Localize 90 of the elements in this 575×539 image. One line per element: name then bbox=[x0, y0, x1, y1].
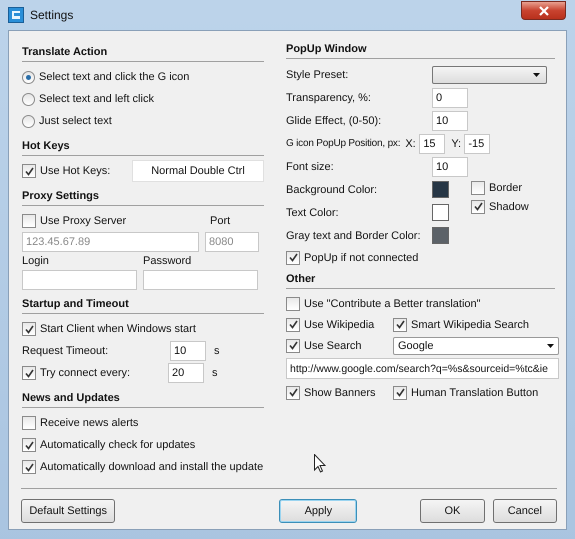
field-label: Style Preset: bbox=[286, 68, 350, 80]
checkbox-label: Show Banners bbox=[304, 386, 376, 398]
checkbox[interactable] bbox=[22, 322, 36, 336]
checkbox[interactable] bbox=[22, 460, 36, 474]
radio-button[interactable] bbox=[22, 70, 35, 84]
section-heading: Hot Keys bbox=[22, 138, 264, 156]
checkbox[interactable] bbox=[471, 200, 485, 214]
field-label: Gray text and Border Color: bbox=[286, 230, 422, 242]
axis-label: X: bbox=[405, 138, 417, 150]
checkbox[interactable] bbox=[286, 338, 300, 352]
radio-label: Select text and left click bbox=[39, 93, 154, 105]
unit-label: s bbox=[212, 367, 218, 379]
checkbox-label: Border bbox=[489, 182, 522, 194]
number-field[interactable]: 10 bbox=[432, 110, 468, 130]
checkbox[interactable] bbox=[22, 438, 36, 452]
caret-icon bbox=[547, 344, 554, 348]
section-heading: Proxy Settings bbox=[22, 188, 264, 206]
checkbox[interactable] bbox=[22, 214, 36, 228]
dialog-button[interactable]: OK bbox=[420, 499, 485, 523]
field-label: Transparency, %: bbox=[286, 92, 372, 104]
close-icon bbox=[538, 6, 548, 16]
checkbox-label: Shadow bbox=[489, 200, 529, 212]
unit-label: s bbox=[214, 345, 220, 357]
field-label: Text Color: bbox=[286, 206, 340, 218]
password-label: Password bbox=[143, 255, 192, 267]
field-label: Font size: bbox=[286, 160, 335, 172]
checkbox[interactable] bbox=[393, 318, 407, 332]
timeout-field[interactable]: 10 bbox=[170, 341, 206, 361]
shortcut-field[interactable]: Normal Double Ctrl bbox=[132, 160, 264, 182]
dialog-button[interactable]: Cancel bbox=[492, 499, 557, 523]
checkbox-label: Automatically check for updates bbox=[40, 439, 196, 451]
section-heading: Other bbox=[286, 271, 555, 289]
checkbox-label: Use "Contribute a Better translation" bbox=[304, 298, 481, 310]
checkbox-label: Smart Wikipedia Search bbox=[411, 318, 529, 330]
dialog-button[interactable]: Default Settings bbox=[21, 499, 116, 523]
radio-button[interactable] bbox=[22, 92, 35, 106]
password-field[interactable] bbox=[143, 270, 258, 290]
checkbox[interactable] bbox=[286, 296, 300, 310]
radio-button[interactable] bbox=[22, 114, 35, 128]
port-label: Port bbox=[210, 215, 232, 227]
y-field[interactable]: -15 bbox=[464, 134, 490, 154]
window-title: Settings bbox=[30, 8, 74, 22]
checkbox-label: Receive news alerts bbox=[40, 417, 138, 429]
field-label: Glide Effect, (0-50): bbox=[286, 114, 382, 126]
search-url-field[interactable]: http://www.google.com/search?q=%s&sourceid=%tc&ie bbox=[286, 358, 559, 379]
field-label: G icon PopUp Position, px: bbox=[286, 138, 400, 149]
field-label: Background Color: bbox=[286, 184, 378, 196]
checkbox[interactable] bbox=[22, 164, 36, 178]
close-button[interactable] bbox=[521, 1, 566, 20]
checkbox-label: Use Hot Keys: bbox=[40, 165, 110, 177]
checkbox-label: Try connect every: bbox=[40, 367, 132, 379]
checkbox[interactable] bbox=[22, 416, 36, 430]
checkbox[interactable] bbox=[22, 366, 36, 380]
color-swatch[interactable] bbox=[432, 181, 449, 198]
checkbox[interactable] bbox=[471, 180, 485, 194]
number-field[interactable]: 0 bbox=[432, 88, 468, 108]
section-heading: Translate Action bbox=[22, 44, 264, 62]
x-field[interactable]: 15 bbox=[419, 134, 446, 154]
mouse-pointer-icon bbox=[314, 454, 326, 473]
checkbox-label: Use Search bbox=[304, 340, 362, 352]
axis-label: Y: bbox=[451, 138, 462, 150]
checkbox-label: Use Proxy Server bbox=[40, 215, 126, 227]
checkbox[interactable] bbox=[286, 386, 300, 400]
checkbox-label: Use Wikipedia bbox=[304, 318, 374, 330]
field-label: Request Timeout: bbox=[22, 345, 110, 357]
number-field[interactable]: 10 bbox=[432, 156, 468, 176]
checkbox[interactable] bbox=[286, 318, 300, 332]
checkbox[interactable] bbox=[393, 386, 407, 400]
login-field[interactable] bbox=[22, 270, 137, 290]
section-heading: PopUp Window bbox=[286, 41, 555, 59]
proxy-address-field[interactable]: 123.45.67.89 bbox=[22, 232, 199, 252]
section-heading: Startup and Timeout bbox=[22, 296, 264, 314]
checkbox-label: Automatically download and install the update bbox=[40, 461, 264, 473]
section-heading: News and Updates bbox=[22, 390, 264, 408]
dialog-button[interactable]: Apply bbox=[279, 499, 358, 523]
radio-label: Just select text bbox=[39, 115, 112, 127]
style-preset-dropdown[interactable] bbox=[432, 66, 547, 84]
app-icon bbox=[8, 7, 24, 23]
checkbox[interactable] bbox=[286, 250, 300, 264]
checkbox-label: Start Client when Windows start bbox=[40, 323, 196, 335]
checkbox-label: PopUp if not connected bbox=[304, 252, 418, 264]
checkbox-label: Human Translation Button bbox=[411, 386, 538, 398]
radio-label: Select text and click the G icon bbox=[39, 71, 190, 83]
caret-icon bbox=[533, 72, 540, 76]
interval-field[interactable]: 20 bbox=[168, 363, 204, 383]
login-label: Login bbox=[22, 255, 50, 267]
color-swatch[interactable] bbox=[432, 204, 449, 221]
color-swatch[interactable] bbox=[432, 227, 449, 244]
port-field[interactable]: 8080 bbox=[205, 232, 259, 252]
search-engine-dropdown[interactable]: Google bbox=[393, 336, 559, 354]
